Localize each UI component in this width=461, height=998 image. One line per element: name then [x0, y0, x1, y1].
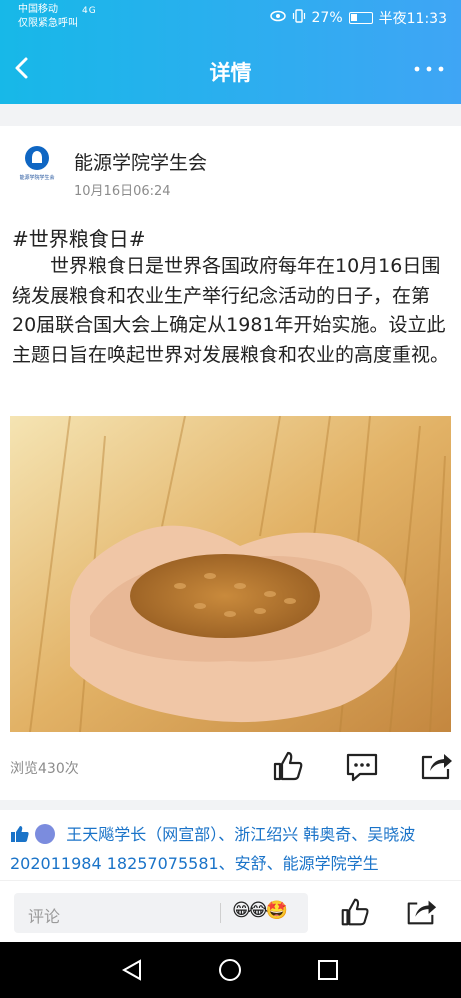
more-button[interactable]	[411, 54, 447, 84]
emoji-icon[interactable]: 😁😂🤩	[232, 900, 288, 921]
nav-home-icon[interactable]	[219, 959, 241, 981]
like-thumb-icon	[10, 823, 30, 842]
vibrate-icon	[292, 9, 306, 27]
thumbs-up-icon	[341, 898, 369, 926]
share-icon	[407, 900, 437, 925]
top-bar: 中国移动 仅限紧急呼叫 4G 27% 半夜11:33 详情	[0, 0, 461, 104]
status-bar: 中国移动 仅限紧急呼叫 4G 27% 半夜11:33	[0, 0, 461, 36]
nav-recents-icon[interactable]	[318, 960, 338, 980]
more-dots-icon	[414, 66, 444, 72]
post-time: 10月16日06:24	[74, 184, 171, 199]
emergency-only-label: 仅限紧急呼叫	[18, 18, 78, 29]
system-nav-bar	[0, 942, 461, 998]
comment-bubble-icon	[346, 753, 378, 782]
battery-percent: 27%	[311, 10, 343, 26]
post-image[interactable]	[10, 416, 451, 732]
section-divider	[0, 104, 461, 126]
nav-bar: 详情	[0, 44, 461, 96]
author-row[interactable]: 能源学院学生会 能源学院学生会 10月16日06:24	[0, 126, 461, 206]
network-indicator: 4G	[82, 6, 97, 16]
bottom-bar: 评论 😁😂🤩	[0, 880, 461, 942]
post-body: 世界粮食日是世界各国政府每年在10月16日围绕发展粮食和农业生产举行纪念活动的日…	[12, 255, 450, 366]
comment-placeholder: 评论	[28, 907, 61, 926]
wheat-hands-image	[10, 416, 451, 732]
like-avatar[interactable]	[35, 824, 56, 844]
share-button[interactable]	[418, 748, 454, 784]
post-hashtag[interactable]: #世界粮食日#	[12, 223, 146, 252]
bottom-share-button[interactable]	[404, 895, 440, 931]
carrier-info: 中国移动 仅限紧急呼叫	[18, 3, 78, 31]
likes-names[interactable]: 王天飚学长（网宣部）、浙江绍兴 韩奥奇、吴晓波 202011984 182570…	[10, 825, 415, 873]
avatar[interactable]: 能源学院学生会	[12, 146, 62, 190]
avatar-caption: 能源学院学生会	[19, 175, 55, 181]
comment-input[interactable]: 评论 😁😂🤩	[14, 893, 308, 933]
eye-icon	[269, 10, 286, 26]
share-icon	[421, 754, 452, 780]
likes-list: 王天飚学长（网宣部）、浙江绍兴 韩奥奇、吴晓波 202011984 182570…	[10, 820, 455, 878]
battery-icon	[348, 12, 373, 24]
comment-separator	[220, 903, 221, 923]
carrier-name: 中国移动	[18, 4, 58, 15]
view-count: 浏览430次	[10, 761, 79, 777]
nav-back-icon[interactable]	[121, 959, 141, 981]
likes-divider	[0, 800, 461, 810]
page-title: 详情	[209, 61, 252, 85]
thumbs-up-icon	[273, 751, 303, 781]
clock: 半夜11:33	[378, 11, 447, 27]
like-button[interactable]	[270, 748, 306, 784]
author-name[interactable]: 能源学院学生会	[74, 148, 207, 175]
school-logo-icon	[25, 146, 49, 170]
bottom-like-button[interactable]	[338, 895, 374, 931]
status-right: 27% 半夜11:33	[269, 8, 447, 28]
comment-button[interactable]	[344, 748, 380, 784]
